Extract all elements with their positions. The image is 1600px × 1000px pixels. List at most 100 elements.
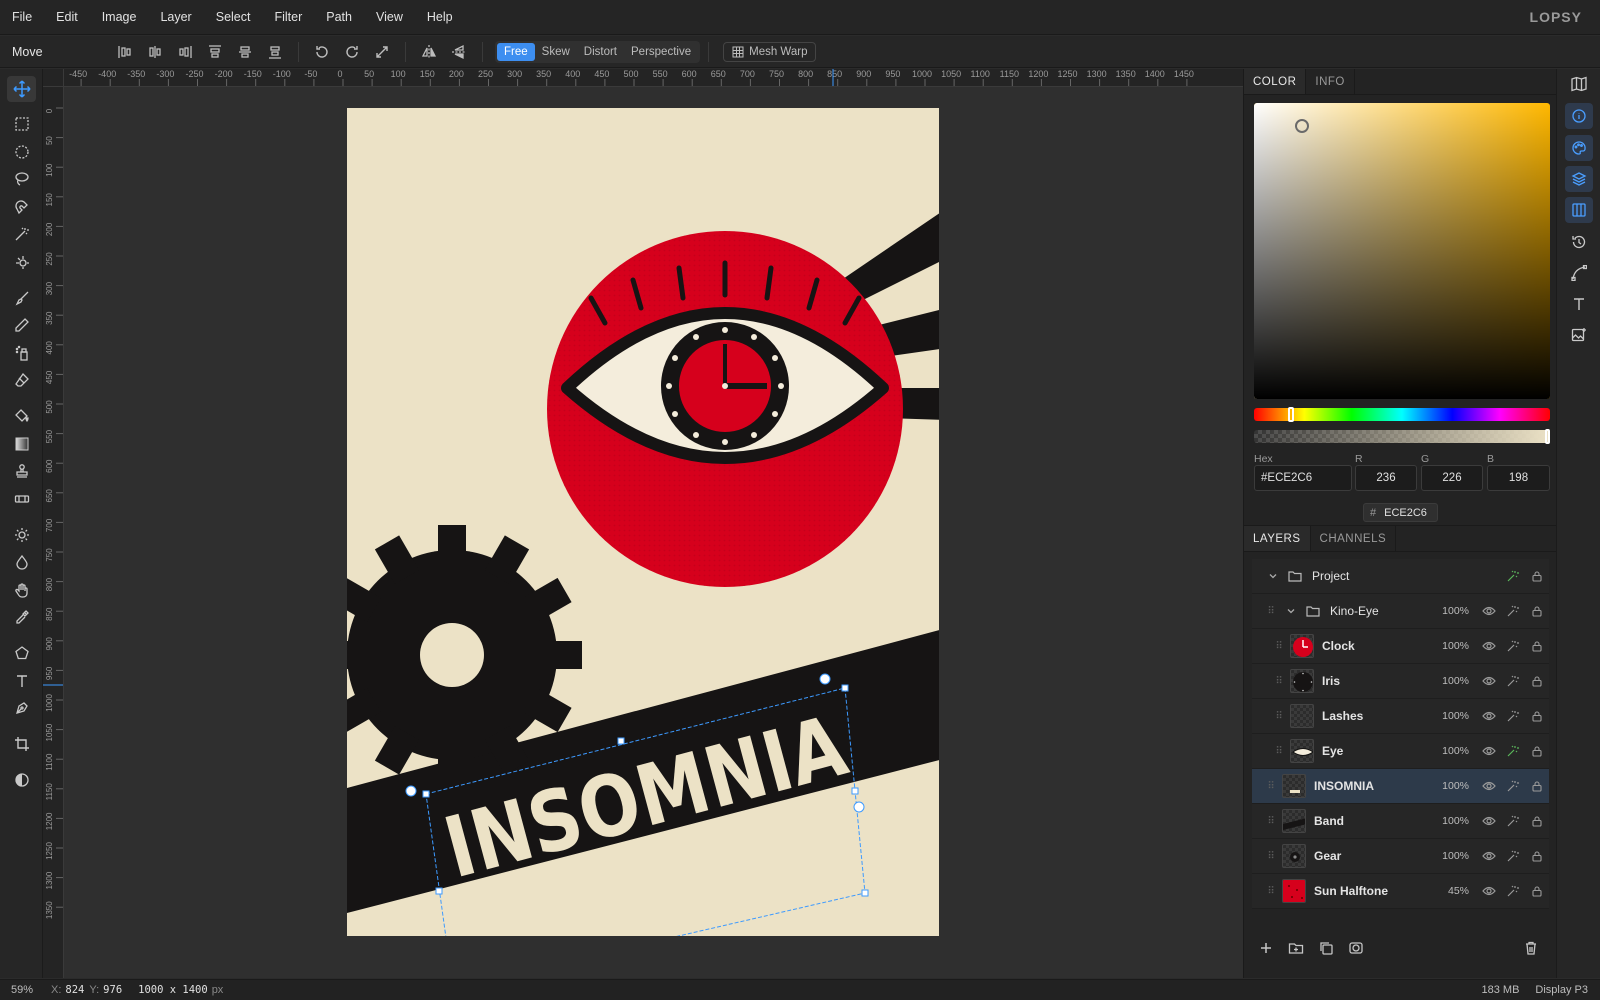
layer-row-sun-halftone[interactable]: ⠿ Sun Halftone 45% (1252, 874, 1549, 909)
tab-color[interactable]: COLOR (1244, 69, 1307, 94)
effects-icon[interactable] (1501, 674, 1525, 688)
visibility-eye-icon[interactable] (1477, 744, 1501, 758)
rotate-cw-icon[interactable] (337, 40, 367, 64)
scale-icon[interactable] (367, 40, 397, 64)
lock-icon[interactable] (1525, 745, 1549, 757)
poster-artboard[interactable]: INSOMNIA (347, 108, 939, 936)
paths-icon[interactable] (1565, 260, 1593, 286)
transform-handle[interactable] (422, 790, 430, 798)
g-input[interactable]: 226 (1421, 465, 1483, 491)
transform-handle[interactable] (851, 787, 859, 795)
effects-icon[interactable] (1501, 604, 1525, 618)
transform-handle[interactable] (841, 684, 849, 692)
visibility-eye-icon[interactable] (1477, 674, 1501, 688)
mode-skew[interactable]: Skew (535, 43, 577, 61)
mode-distort[interactable]: Distort (577, 43, 624, 61)
add-layer-icon[interactable] (1258, 940, 1274, 959)
layers-icon[interactable] (1565, 166, 1593, 192)
effects-icon[interactable] (1501, 814, 1525, 828)
layer-row-gear[interactable]: ⠿ Gear 100% (1252, 839, 1549, 874)
align-middle-icon[interactable] (230, 40, 260, 64)
layer-opacity[interactable]: 100% (1435, 780, 1469, 792)
effects-icon[interactable] (1501, 639, 1525, 653)
info-icon[interactable] (1565, 103, 1593, 129)
menu-filter[interactable]: Filter (262, 0, 314, 35)
zoom-level[interactable]: 59% (11, 984, 39, 996)
tab-layers[interactable]: LAYERS (1244, 526, 1311, 551)
spray-icon[interactable] (7, 340, 36, 366)
lasso-icon[interactable] (7, 166, 36, 192)
hand-icon[interactable] (7, 577, 36, 603)
duplicate-layer-icon[interactable] (1318, 940, 1334, 959)
effects-icon[interactable] (1501, 569, 1525, 583)
drag-handle-icon[interactable]: ⠿ (1266, 851, 1276, 862)
align-center-h-icon[interactable] (140, 40, 170, 64)
tab-channels[interactable]: CHANNELS (1311, 526, 1397, 551)
magnetic-lasso-icon[interactable] (7, 194, 36, 220)
lock-icon[interactable] (1525, 780, 1549, 792)
r-input[interactable]: 236 (1355, 465, 1417, 491)
stamp-icon[interactable] (7, 458, 36, 484)
mask-layer-icon[interactable] (1348, 940, 1364, 959)
rotate-ccw-icon[interactable] (307, 40, 337, 64)
layer-opacity[interactable]: 100% (1435, 605, 1469, 617)
vertical-ruler[interactable]: 0 50 100 150 200 250 300 350 400 450 500 550 600 650 7… (43, 87, 64, 978)
delete-layer-icon[interactable] (1523, 940, 1539, 959)
layer-list[interactable]: Project ⠿ Kino-Eye 100% ⠿ Clock 100% ⠿ Iris 100% ⠿… (1252, 559, 1549, 927)
canvas-area[interactable]: INSOMNIA (64, 87, 1243, 978)
eraser-icon[interactable] (7, 367, 36, 393)
layer-opacity[interactable]: 100% (1435, 640, 1469, 652)
layer-row-band[interactable]: ⠿ Band 100% (1252, 804, 1549, 839)
layer-opacity[interactable]: 100% (1435, 710, 1469, 722)
saturation-value-picker[interactable] (1254, 103, 1550, 399)
b-input[interactable]: 198 (1487, 465, 1550, 491)
lock-icon[interactable] (1525, 570, 1549, 582)
visibility-eye-icon[interactable] (1477, 884, 1501, 898)
menu-image[interactable]: Image (90, 0, 149, 35)
visibility-eye-icon[interactable] (1477, 639, 1501, 653)
menu-file[interactable]: File (0, 0, 44, 35)
lock-icon[interactable] (1525, 710, 1549, 722)
alpha-slider-handle[interactable] (1545, 429, 1550, 444)
horizontal-ruler[interactable]: -450 -400 -350 -300 -250 -200 -150 -100 -50 0 50 10… (64, 69, 1243, 87)
menu-edit[interactable]: Edit (44, 0, 90, 35)
text-icon[interactable] (7, 668, 36, 694)
mesh-warp-button[interactable]: Mesh Warp (723, 41, 817, 62)
dodge-icon[interactable] (7, 522, 36, 548)
align-bottom-icon[interactable] (260, 40, 290, 64)
effects-icon[interactable] (1501, 849, 1525, 863)
lock-icon[interactable] (1525, 850, 1549, 862)
navigator-icon[interactable] (1565, 71, 1593, 97)
rect-marquee-icon[interactable] (7, 111, 36, 137)
drag-handle-icon[interactable]: ⠿ (1274, 641, 1284, 652)
history-icon[interactable] (1565, 229, 1593, 255)
lock-icon[interactable] (1525, 675, 1549, 687)
color-palette-icon[interactable] (1565, 135, 1593, 161)
layer-row-clock[interactable]: ⠿ Clock 100% (1252, 629, 1549, 664)
crop-icon[interactable] (7, 731, 36, 757)
quick-select-icon[interactable] (7, 249, 36, 275)
healing-icon[interactable] (7, 486, 36, 512)
move-tool-icon[interactable] (7, 76, 36, 102)
pencil-icon[interactable] (7, 312, 36, 338)
layer-row-lashes[interactable]: ⠿ Lashes 100% (1252, 699, 1549, 734)
alpha-slider[interactable] (1254, 429, 1550, 444)
character-icon[interactable] (1565, 291, 1593, 317)
mode-free[interactable]: Free (497, 42, 535, 61)
drag-handle-icon[interactable]: ⠿ (1266, 886, 1276, 897)
hex-input[interactable]: #ECE2C6 (1254, 465, 1352, 491)
visibility-eye-icon[interactable] (1477, 779, 1501, 793)
rotate-handle[interactable] (405, 785, 417, 797)
contrast-icon[interactable] (7, 767, 36, 793)
layer-row-project[interactable]: Project (1252, 559, 1549, 594)
chevron-down-icon[interactable] (1280, 606, 1302, 616)
image-adjust-icon[interactable] (1565, 322, 1593, 348)
menu-select[interactable]: Select (204, 0, 263, 35)
effects-icon[interactable] (1501, 779, 1525, 793)
layer-opacity[interactable]: 100% (1435, 850, 1469, 862)
hue-slider[interactable] (1254, 407, 1550, 422)
color-swatch[interactable]: # ECE2C6 (1363, 503, 1438, 522)
polygon-icon[interactable] (7, 640, 36, 666)
effects-icon[interactable] (1501, 884, 1525, 898)
brush-icon[interactable] (7, 285, 36, 311)
